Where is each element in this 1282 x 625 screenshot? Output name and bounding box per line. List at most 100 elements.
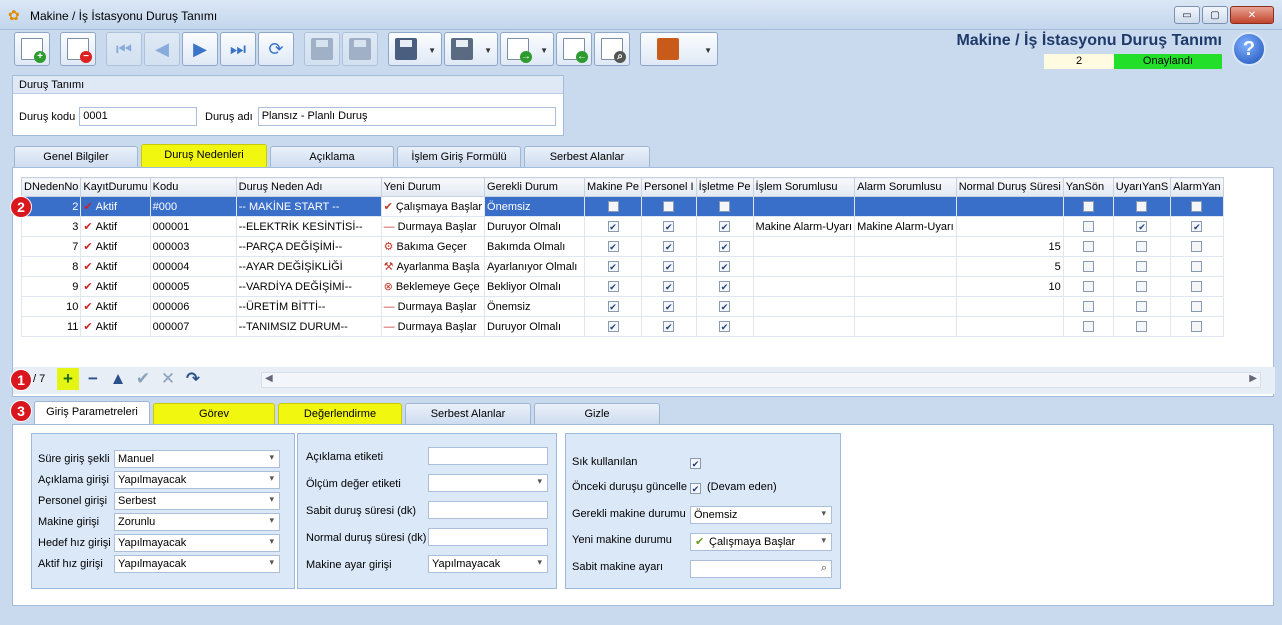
column-header[interactable]: Gerekli Durum bbox=[484, 177, 586, 197]
column-header[interactable]: Yeni Durum bbox=[380, 177, 486, 197]
column-header[interactable]: Kodu bbox=[149, 177, 237, 197]
export-pdf-button[interactable]: ▼ bbox=[444, 32, 498, 66]
search-document-button[interactable]: ⌕ bbox=[594, 32, 630, 66]
table-row[interactable]: 9 ✔ Aktif 000005 --VARDİYA DEĞİŞİMİ-- ⊗ Beklem… bbox=[20, 276, 1224, 297]
light-off-checkbox[interactable] bbox=[1082, 281, 1094, 293]
new-record-button[interactable]: + bbox=[14, 32, 50, 66]
scroll-right-icon[interactable]: ▶ bbox=[1249, 373, 1257, 384]
operation-checkbox[interactable]: ✔ bbox=[719, 301, 731, 313]
minimize-button[interactable]: ▭ bbox=[1174, 6, 1200, 24]
personnel-checkbox[interactable]: ✔ bbox=[663, 221, 675, 233]
alarm-light-checkbox[interactable] bbox=[1191, 201, 1203, 213]
cancel-edit-button[interactable]: ✕ bbox=[157, 368, 179, 390]
tab-hide[interactable]: Gizle bbox=[534, 403, 660, 425]
machine-checkbox[interactable]: ✔ bbox=[607, 241, 619, 253]
required-state-select[interactable]: Önemsiz bbox=[690, 506, 832, 524]
alarm-light-checkbox[interactable] bbox=[1191, 301, 1203, 313]
warning-light-checkbox[interactable] bbox=[1136, 301, 1148, 313]
table-row[interactable]: 11 ✔ Aktif 000007 --TANIMSIZ DURUM-- — Durmaya… bbox=[20, 316, 1224, 337]
personnel-checkbox[interactable]: ✔ bbox=[663, 241, 675, 253]
last-record-button[interactable]: ⏭ bbox=[220, 32, 256, 66]
param-field[interactable] bbox=[428, 501, 548, 519]
tab-stop-reasons[interactable]: Duruş Nedenleri bbox=[141, 144, 267, 168]
close-button[interactable]: ✕ bbox=[1230, 6, 1274, 24]
light-off-checkbox[interactable] bbox=[1082, 221, 1094, 233]
machine-checkbox[interactable]: ✔ bbox=[607, 321, 619, 333]
table-row[interactable]: 8 ✔ Aktif 000004 --AYAR DEĞİŞİKLİĞİ ⚒ Ayarlanm… bbox=[20, 256, 1224, 277]
tab-description[interactable]: Açıklama bbox=[270, 146, 394, 168]
param-field[interactable]: Yapılmayacak bbox=[428, 555, 548, 573]
operation-checkbox[interactable]: ✔ bbox=[719, 321, 731, 333]
alarm-light-checkbox[interactable] bbox=[1191, 241, 1203, 253]
alarm-light-checkbox[interactable] bbox=[1191, 321, 1203, 333]
param-select[interactable]: Yapılmayacak bbox=[114, 555, 280, 573]
light-off-checkbox[interactable] bbox=[1082, 301, 1094, 313]
update-previous-checkbox[interactable]: ✔ bbox=[690, 483, 701, 494]
scroll-left-icon[interactable]: ◀ bbox=[265, 373, 273, 384]
delete-record-button[interactable]: − bbox=[60, 32, 96, 66]
param-field[interactable] bbox=[428, 474, 548, 492]
table-row[interactable]: 3 ✔ Aktif 000001 --ELEKTRİK KESİNTİSİ-- — Durm… bbox=[20, 216, 1224, 237]
maximize-button[interactable]: ▢ bbox=[1202, 6, 1228, 24]
horizontal-scrollbar[interactable]: ◀ ▶ bbox=[261, 372, 1261, 388]
lookup-icon[interactable]: ⌕ bbox=[821, 562, 827, 575]
column-header[interactable]: Makine Pe bbox=[584, 177, 643, 197]
machine-checkbox[interactable]: ✔ bbox=[607, 221, 619, 233]
param-field[interactable] bbox=[428, 447, 548, 465]
machine-checkbox[interactable] bbox=[607, 201, 619, 213]
table-row[interactable]: 7 ✔ Aktif 000003 --PARÇA DEĞİŞİMİ-- ⚙ Bakıma G… bbox=[20, 236, 1224, 257]
add-row-button[interactable]: + bbox=[57, 368, 79, 390]
personnel-checkbox[interactable]: ✔ bbox=[663, 281, 675, 293]
next-record-button[interactable]: ▶ bbox=[182, 32, 218, 66]
column-header[interactable]: YanSön bbox=[1062, 177, 1114, 197]
fixed-setting-input[interactable]: ⌕ bbox=[690, 560, 832, 578]
warning-light-checkbox[interactable] bbox=[1136, 201, 1148, 213]
personnel-checkbox[interactable]: ✔ bbox=[663, 321, 675, 333]
operation-checkbox[interactable] bbox=[719, 201, 731, 213]
operation-checkbox[interactable]: ✔ bbox=[719, 261, 731, 273]
save-button[interactable] bbox=[304, 32, 340, 66]
column-header[interactable]: DNedenNo bbox=[20, 177, 82, 197]
light-off-checkbox[interactable] bbox=[1082, 261, 1094, 273]
warning-light-checkbox[interactable] bbox=[1136, 281, 1148, 293]
operation-checkbox[interactable]: ✔ bbox=[719, 241, 731, 253]
alarm-light-checkbox[interactable]: ✔ bbox=[1191, 221, 1203, 233]
light-off-checkbox[interactable] bbox=[1082, 201, 1094, 213]
warning-light-checkbox[interactable] bbox=[1136, 261, 1148, 273]
first-record-button[interactable]: ⏮ bbox=[106, 32, 142, 66]
column-header[interactable]: AlarmYan bbox=[1170, 177, 1224, 197]
light-off-checkbox[interactable] bbox=[1082, 241, 1094, 253]
machine-checkbox[interactable]: ✔ bbox=[607, 261, 619, 273]
light-off-checkbox[interactable] bbox=[1082, 321, 1094, 333]
refresh-button[interactable]: ⟳ bbox=[258, 32, 294, 66]
import-button[interactable]: ← bbox=[556, 32, 592, 66]
param-field[interactable] bbox=[428, 528, 548, 546]
refresh-rows-button[interactable]: ↷ bbox=[182, 368, 204, 390]
personnel-checkbox[interactable]: ✔ bbox=[663, 261, 675, 273]
tab-task[interactable]: Görev bbox=[153, 403, 275, 425]
cancel-save-button[interactable] bbox=[342, 32, 378, 66]
move-up-button[interactable]: ▲ bbox=[107, 368, 129, 390]
tab-input-parameters[interactable]: Giriş Parametreleri bbox=[34, 401, 150, 425]
print-button[interactable]: ▼ bbox=[388, 32, 442, 66]
tab-custom-fields[interactable]: Serbest Alanlar bbox=[524, 146, 650, 168]
tab-general[interactable]: Genel Bilgiler bbox=[14, 146, 138, 168]
exit-button[interactable]: ▼ bbox=[640, 32, 718, 66]
param-select[interactable]: Zorunlu bbox=[114, 513, 280, 531]
alarm-light-checkbox[interactable] bbox=[1191, 281, 1203, 293]
transfer-button[interactable]: → ▼ bbox=[500, 32, 554, 66]
param-select[interactable]: Serbest bbox=[114, 492, 280, 510]
tab-formula[interactable]: İşlem Giriş Formülü bbox=[397, 146, 521, 168]
table-row[interactable]: 2 ✔ Aktif #000 -- MAKİNE START -- ✔ Çalışmaya … bbox=[20, 196, 1224, 217]
personnel-checkbox[interactable]: ✔ bbox=[663, 301, 675, 313]
column-header[interactable]: İşletme Pe bbox=[695, 177, 754, 197]
operation-checkbox[interactable]: ✔ bbox=[719, 221, 731, 233]
stop-code-input[interactable]: 0001 bbox=[79, 107, 198, 126]
personnel-checkbox[interactable] bbox=[663, 201, 675, 213]
operation-checkbox[interactable]: ✔ bbox=[719, 281, 731, 293]
alarm-light-checkbox[interactable] bbox=[1191, 261, 1203, 273]
machine-checkbox[interactable]: ✔ bbox=[607, 301, 619, 313]
param-select[interactable]: Yapılmayacak bbox=[114, 471, 280, 489]
column-header[interactable]: Duruş Neden Adı bbox=[235, 177, 382, 197]
tab-evaluation[interactable]: Değerlendirme bbox=[278, 403, 402, 425]
